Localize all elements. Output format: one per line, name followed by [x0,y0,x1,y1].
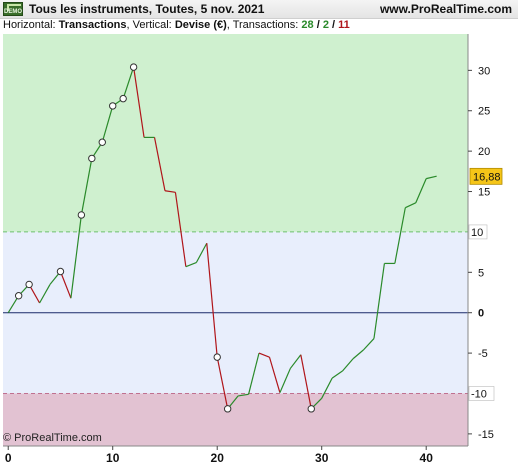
transaction-marker [213,353,221,361]
copyright: © ProRealTime.com [3,432,102,444]
x-tick-label: 10 [106,451,120,465]
transaction-marker [109,102,117,110]
y-tick-label: -15 [478,429,494,441]
y-tick-label: 20 [478,146,490,158]
transaction-marker [88,154,96,163]
transaction-marker [98,138,106,146]
x-tick-label: 40 [420,451,434,465]
x-tick-label: 20 [211,451,225,465]
transaction-marker [56,267,65,276]
y-tick-label: -5 [478,348,488,360]
transaction-marker [307,405,315,413]
equity-chart: 30 25 20 15 5 0 -5 -15 10 -10 0 10 20 30 40 16,88 [3,34,503,465]
transaction-marker [14,292,23,300]
positive-zone [3,34,468,232]
x-tick-label: 30 [315,451,329,465]
x-tick-label: 0 [5,451,12,465]
last-value-label: 16,88 [473,171,501,183]
y-tick-label: 25 [478,106,490,118]
transaction-marker [25,280,33,289]
transaction-marker [223,405,232,413]
reference-label: 10 [471,227,483,239]
transaction-marker [119,94,127,103]
reference-label: -10 [471,388,487,400]
y-tick-label: 15 [478,187,490,199]
y-tick-label: 5 [478,267,484,279]
transaction-marker [129,63,138,71]
transaction-marker [77,211,86,219]
y-tick-label: 30 [478,65,490,77]
y-tick-label: 0 [478,308,484,320]
